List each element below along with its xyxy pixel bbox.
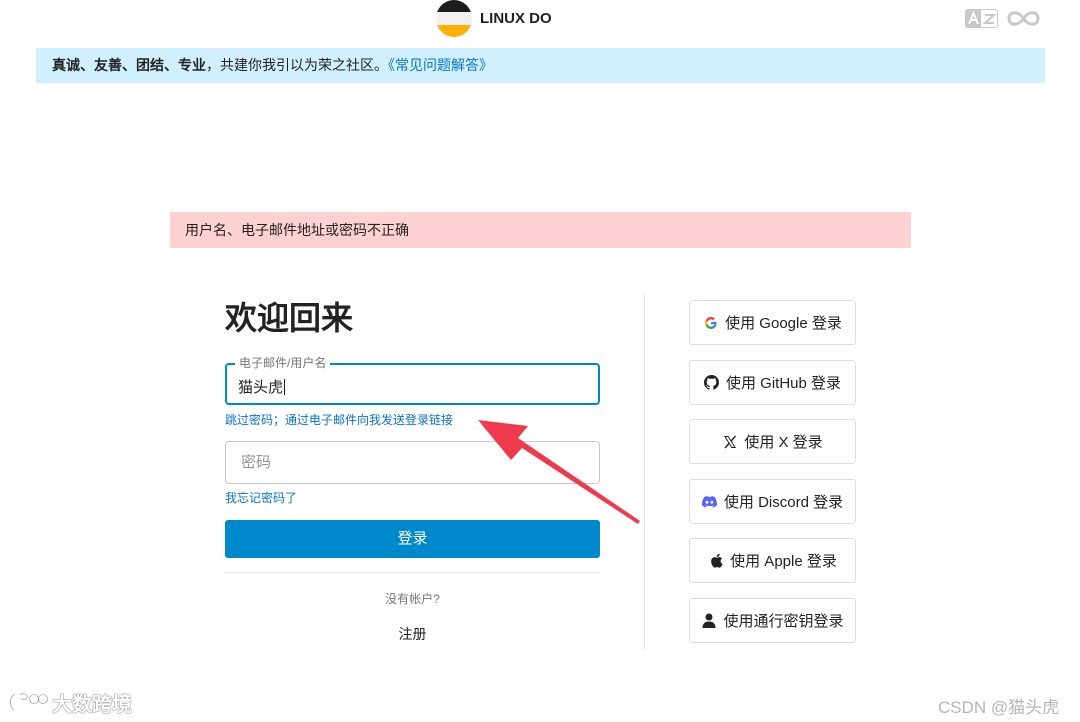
- welcome-banner: 真诚、友善、团结、专业，共建你我引以为荣之社区。《常见问题解答》: [36, 48, 1045, 83]
- apple-login-button[interactable]: 使用 Apple 登录: [689, 538, 856, 583]
- email-field-label: 电子邮件/用户名: [235, 356, 331, 370]
- banner-text: ，共建你我引以为荣之社区。: [206, 57, 388, 73]
- discord-login-button[interactable]: 使用 Discord 登录: [689, 479, 856, 524]
- x-login-button[interactable]: 使用 X 登录: [689, 419, 856, 464]
- signup-link[interactable]: 注册: [225, 624, 600, 644]
- discord-login-label: 使用 Discord 登录: [723, 494, 844, 511]
- passkey-login-label: 使用通行密钥登录: [723, 613, 844, 630]
- email-field-value[interactable]: 猫头虎: [238, 376, 286, 397]
- github-login-button[interactable]: 使用 GitHub 登录: [689, 360, 856, 405]
- no-account-text: 没有帐户?: [385, 592, 440, 606]
- apple-login-label: 使用 Apple 登录: [730, 553, 837, 570]
- email-value-text: 猫头虎: [238, 379, 284, 396]
- watermark-left: 大数跨境: [8, 688, 132, 716]
- user-icon: [701, 613, 717, 629]
- form-divider: [225, 572, 600, 573]
- infinity-icon[interactable]: [1006, 9, 1041, 28]
- site-title[interactable]: LINUX DO: [480, 10, 552, 27]
- text-caret: [284, 379, 286, 395]
- x-login-label: 使用 X 登录: [744, 434, 823, 451]
- login-error-alert: 用户名、电子邮件地址或密码不正确: [170, 212, 911, 248]
- apple-icon: [708, 553, 724, 569]
- google-login-label: 使用 Google 登录: [725, 315, 842, 332]
- google-login-button[interactable]: 使用 Google 登录: [689, 300, 856, 345]
- passkey-login-button[interactable]: 使用通行密钥登录: [689, 598, 856, 643]
- google-icon: [703, 315, 719, 331]
- x-icon: [722, 434, 738, 450]
- annotation-arrow: [478, 420, 640, 524]
- discord-icon: [702, 494, 718, 510]
- github-login-label: 使用 GitHub 登录: [725, 375, 842, 392]
- watermark-right: CSDN @猫头虎: [938, 698, 1060, 717]
- site-logo[interactable]: [436, 0, 472, 37]
- email-field[interactable]: 电子邮件/用户名 猫头虎: [225, 356, 600, 405]
- banner-values-text: 真诚、友善、团结、专业: [52, 57, 206, 73]
- site-header: LINUX DO: [0, 0, 1080, 40]
- email-login-link[interactable]: 跳过密码；通过电子邮件向我发送登录链接: [225, 413, 453, 427]
- forgot-password-link[interactable]: 我忘记密码了: [225, 489, 297, 506]
- github-icon: [704, 375, 720, 391]
- skip-password-link-row: 跳过密码；通过电子邮件向我发送登录链接: [225, 411, 453, 428]
- faq-link[interactable]: 《常见问题解答》: [388, 57, 493, 73]
- login-title: 欢迎回来: [225, 300, 354, 336]
- translate-icon[interactable]: [965, 9, 998, 28]
- watermark-left-text: 大数跨境: [52, 693, 132, 716]
- watermark-logo-icon: [9, 692, 48, 712]
